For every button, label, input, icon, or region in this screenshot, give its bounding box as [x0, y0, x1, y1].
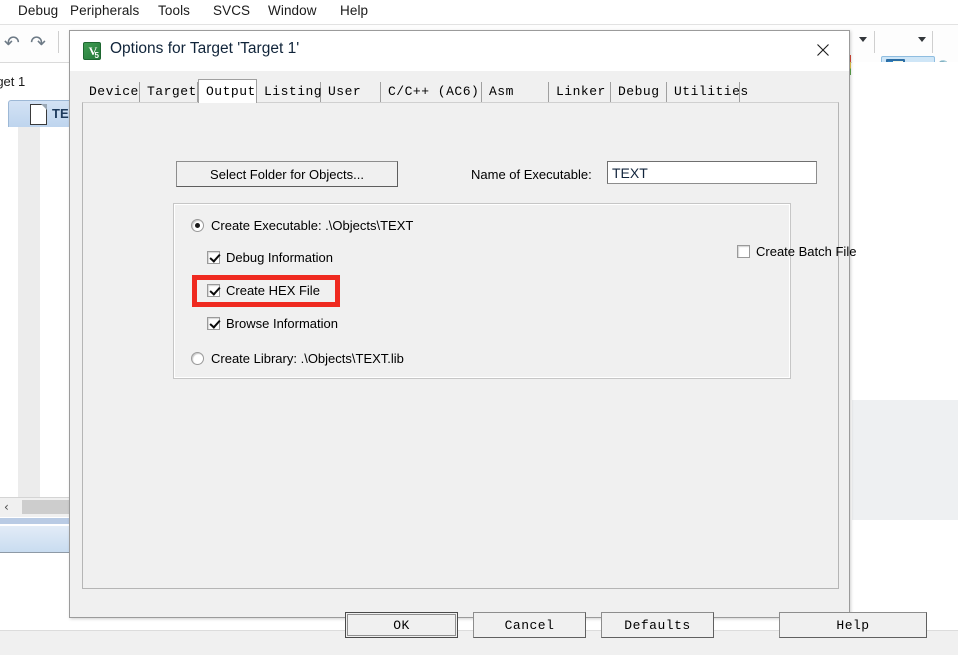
keil-uvision-icon-version: 5 — [94, 51, 99, 60]
menu-item-tools[interactable]: Tools — [158, 3, 190, 18]
close-icon[interactable] — [801, 35, 845, 65]
debug-information-label: Debug Information — [226, 250, 333, 265]
tab-listing[interactable]: Listing — [257, 82, 322, 102]
right-editor-region — [852, 62, 958, 621]
tab-linker[interactable]: Linker — [549, 82, 611, 102]
toolbar-separator-2 — [874, 31, 875, 53]
undo-arrow-icon[interactable]: ↶ — [4, 32, 20, 54]
create-hex-file-checkbox[interactable] — [207, 284, 220, 297]
tab-device[interactable]: Device — [82, 82, 140, 102]
output-panel-header — [0, 526, 72, 553]
keil-uvision-icon: V 5 — [83, 42, 101, 60]
scrollbar-thumb[interactable] — [22, 500, 72, 514]
tab-output[interactable]: Output — [198, 79, 257, 103]
debug-information-checkbox[interactable] — [207, 251, 220, 264]
redo-arrow-icon[interactable]: ↷ — [30, 32, 46, 54]
defaults-button[interactable]: Defaults — [601, 612, 714, 638]
ide-menu-bar: Debug Peripherals Tools SVCS Window Help — [0, 0, 958, 25]
tab-user[interactable]: User — [321, 82, 381, 102]
toolbar-separator-3 — [932, 31, 933, 53]
tab-c-cpp[interactable]: C/C++ (AC6) — [381, 82, 482, 102]
menu-item-svcs[interactable]: SVCS — [213, 3, 250, 18]
cancel-button[interactable]: Cancel — [473, 612, 586, 638]
panel-divider — [0, 518, 72, 524]
menu-item-help[interactable]: Help — [340, 3, 368, 18]
scroll-left-icon[interactable]: ‹ — [4, 500, 9, 514]
tab-asm[interactable]: Asm — [482, 82, 549, 102]
select-folder-for-objects-button[interactable]: Select Folder for Objects... — [176, 161, 398, 187]
right-side-panel — [852, 400, 958, 520]
editor-gutter — [18, 127, 40, 497]
browse-information-checkbox[interactable] — [207, 317, 220, 330]
keil-uvision-icon-glyph: V — [88, 44, 98, 58]
menu-item-debug[interactable]: Debug — [18, 3, 58, 18]
create-library-label: Create Library: .\Objects\TEXT.lib — [211, 351, 404, 366]
dialog-tab-strip: Device Target Output Listing User C/C++ … — [82, 79, 839, 103]
chevron-down-icon-2[interactable] — [918, 37, 926, 42]
create-hex-file-label: Create HEX File — [226, 283, 320, 298]
name-of-executable-label: Name of Executable: — [471, 167, 592, 182]
screen: Debug Peripherals Tools SVCS Window Help… — [0, 0, 958, 669]
toolbar-separator-1 — [58, 31, 59, 53]
tab-utilities[interactable]: Utilities — [667, 82, 748, 102]
create-batch-file-label: Create Batch File — [756, 244, 857, 259]
file-document-icon — [30, 104, 47, 125]
project-target-label: rget 1 — [0, 74, 26, 89]
bottom-margin — [0, 655, 958, 669]
create-executable-label: Create Executable: .\Objects\TEXT — [211, 218, 414, 233]
name-of-executable-input[interactable] — [607, 161, 817, 184]
tab-target[interactable]: Target — [140, 82, 198, 102]
ok-button[interactable]: OK — [345, 612, 458, 638]
browse-information-label: Browse Information — [226, 316, 338, 331]
options-for-target-dialog: V 5 Options for Target 'Target 1' Device… — [69, 30, 927, 638]
create-executable-radio[interactable] — [191, 219, 204, 232]
create-library-radio[interactable] — [191, 352, 204, 365]
dialog-title: Options for Target 'Target 1' — [110, 40, 300, 57]
tab-debug[interactable]: Debug — [611, 82, 667, 102]
dialog-title-bar: V 5 Options for Target 'Target 1' — [70, 31, 849, 71]
output-panel-body — [0, 553, 72, 621]
editor-file-tab-label: TE — [52, 106, 69, 121]
help-button[interactable]: Help — [779, 612, 927, 638]
menu-item-window[interactable]: Window — [268, 3, 317, 18]
menu-item-peripherals[interactable]: Peripherals — [70, 3, 139, 18]
chevron-down-icon-1[interactable] — [859, 37, 867, 42]
create-batch-file-checkbox[interactable] — [737, 245, 750, 258]
